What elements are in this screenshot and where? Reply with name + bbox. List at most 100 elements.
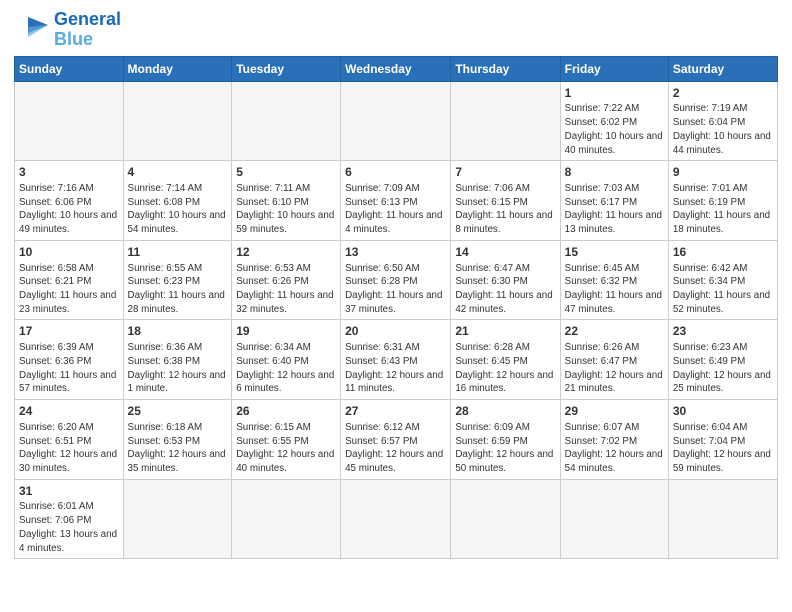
day-number: 11 bbox=[128, 244, 228, 261]
day-info: Sunrise: 6:12 AM Sunset: 6:57 PM Dayligh… bbox=[345, 421, 446, 476]
day-number: 16 bbox=[673, 244, 773, 261]
day-info: Sunrise: 6:04 AM Sunset: 7:04 PM Dayligh… bbox=[673, 421, 773, 476]
day-cell: 26Sunrise: 6:15 AM Sunset: 6:55 PM Dayli… bbox=[232, 400, 341, 480]
day-cell: 17Sunrise: 6:39 AM Sunset: 6:36 PM Dayli… bbox=[15, 320, 124, 400]
day-info: Sunrise: 6:31 AM Sunset: 6:43 PM Dayligh… bbox=[345, 341, 446, 396]
day-info: Sunrise: 7:14 AM Sunset: 6:08 PM Dayligh… bbox=[128, 182, 228, 237]
day-cell bbox=[123, 81, 232, 161]
day-cell: 24Sunrise: 6:20 AM Sunset: 6:51 PM Dayli… bbox=[15, 400, 124, 480]
day-number: 15 bbox=[565, 244, 664, 261]
day-number: 7 bbox=[455, 164, 555, 181]
day-number: 8 bbox=[565, 164, 664, 181]
day-cell: 6Sunrise: 7:09 AM Sunset: 6:13 PM Daylig… bbox=[341, 161, 451, 241]
day-info: Sunrise: 6:42 AM Sunset: 6:34 PM Dayligh… bbox=[673, 262, 773, 317]
day-cell: 20Sunrise: 6:31 AM Sunset: 6:43 PM Dayli… bbox=[341, 320, 451, 400]
calendar-body: 1Sunrise: 7:22 AM Sunset: 6:02 PM Daylig… bbox=[15, 81, 778, 559]
day-number: 3 bbox=[19, 164, 119, 181]
day-info: Sunrise: 7:01 AM Sunset: 6:19 PM Dayligh… bbox=[673, 182, 773, 237]
weekday-saturday: Saturday bbox=[668, 56, 777, 81]
day-cell bbox=[451, 479, 560, 559]
day-number: 27 bbox=[345, 403, 446, 420]
week-row-4: 24Sunrise: 6:20 AM Sunset: 6:51 PM Dayli… bbox=[15, 400, 778, 480]
day-cell: 30Sunrise: 6:04 AM Sunset: 7:04 PM Dayli… bbox=[668, 400, 777, 480]
day-cell: 25Sunrise: 6:18 AM Sunset: 6:53 PM Dayli… bbox=[123, 400, 232, 480]
weekday-monday: Monday bbox=[123, 56, 232, 81]
week-row-5: 31Sunrise: 6:01 AM Sunset: 7:06 PM Dayli… bbox=[15, 479, 778, 559]
day-number: 24 bbox=[19, 403, 119, 420]
weekday-header: SundayMondayTuesdayWednesdayThursdayFrid… bbox=[15, 56, 778, 81]
day-info: Sunrise: 6:55 AM Sunset: 6:23 PM Dayligh… bbox=[128, 262, 228, 317]
day-info: Sunrise: 6:53 AM Sunset: 6:26 PM Dayligh… bbox=[236, 262, 336, 317]
day-number: 20 bbox=[345, 323, 446, 340]
day-cell bbox=[232, 479, 341, 559]
day-cell: 2Sunrise: 7:19 AM Sunset: 6:04 PM Daylig… bbox=[668, 81, 777, 161]
week-row-0: 1Sunrise: 7:22 AM Sunset: 6:02 PM Daylig… bbox=[15, 81, 778, 161]
day-cell: 29Sunrise: 6:07 AM Sunset: 7:02 PM Dayli… bbox=[560, 400, 668, 480]
day-info: Sunrise: 6:50 AM Sunset: 6:28 PM Dayligh… bbox=[345, 262, 446, 317]
day-cell: 9Sunrise: 7:01 AM Sunset: 6:19 PM Daylig… bbox=[668, 161, 777, 241]
day-cell: 1Sunrise: 7:22 AM Sunset: 6:02 PM Daylig… bbox=[560, 81, 668, 161]
day-info: Sunrise: 6:36 AM Sunset: 6:38 PM Dayligh… bbox=[128, 341, 228, 396]
day-info: Sunrise: 6:28 AM Sunset: 6:45 PM Dayligh… bbox=[455, 341, 555, 396]
day-info: Sunrise: 6:01 AM Sunset: 7:06 PM Dayligh… bbox=[19, 500, 119, 555]
day-info: Sunrise: 6:07 AM Sunset: 7:02 PM Dayligh… bbox=[565, 421, 664, 476]
day-cell: 10Sunrise: 6:58 AM Sunset: 6:21 PM Dayli… bbox=[15, 240, 124, 320]
day-cell: 27Sunrise: 6:12 AM Sunset: 6:57 PM Dayli… bbox=[341, 400, 451, 480]
day-cell: 8Sunrise: 7:03 AM Sunset: 6:17 PM Daylig… bbox=[560, 161, 668, 241]
day-number: 9 bbox=[673, 164, 773, 181]
day-info: Sunrise: 7:09 AM Sunset: 6:13 PM Dayligh… bbox=[345, 182, 446, 237]
day-cell: 22Sunrise: 6:26 AM Sunset: 6:47 PM Dayli… bbox=[560, 320, 668, 400]
week-row-2: 10Sunrise: 6:58 AM Sunset: 6:21 PM Dayli… bbox=[15, 240, 778, 320]
day-cell bbox=[341, 81, 451, 161]
day-cell: 11Sunrise: 6:55 AM Sunset: 6:23 PM Dayli… bbox=[123, 240, 232, 320]
day-cell: 4Sunrise: 7:14 AM Sunset: 6:08 PM Daylig… bbox=[123, 161, 232, 241]
day-number: 14 bbox=[455, 244, 555, 261]
weekday-tuesday: Tuesday bbox=[232, 56, 341, 81]
day-cell bbox=[341, 479, 451, 559]
weekday-wednesday: Wednesday bbox=[341, 56, 451, 81]
day-info: Sunrise: 6:18 AM Sunset: 6:53 PM Dayligh… bbox=[128, 421, 228, 476]
day-info: Sunrise: 6:45 AM Sunset: 6:32 PM Dayligh… bbox=[565, 262, 664, 317]
day-cell: 28Sunrise: 6:09 AM Sunset: 6:59 PM Dayli… bbox=[451, 400, 560, 480]
day-cell: 7Sunrise: 7:06 AM Sunset: 6:15 PM Daylig… bbox=[451, 161, 560, 241]
day-cell bbox=[123, 479, 232, 559]
day-cell: 23Sunrise: 6:23 AM Sunset: 6:49 PM Dayli… bbox=[668, 320, 777, 400]
weekday-thursday: Thursday bbox=[451, 56, 560, 81]
week-row-1: 3Sunrise: 7:16 AM Sunset: 6:06 PM Daylig… bbox=[15, 161, 778, 241]
day-cell: 5Sunrise: 7:11 AM Sunset: 6:10 PM Daylig… bbox=[232, 161, 341, 241]
weekday-friday: Friday bbox=[560, 56, 668, 81]
day-info: Sunrise: 7:19 AM Sunset: 6:04 PM Dayligh… bbox=[673, 102, 773, 157]
day-cell: 3Sunrise: 7:16 AM Sunset: 6:06 PM Daylig… bbox=[15, 161, 124, 241]
day-number: 10 bbox=[19, 244, 119, 261]
day-info: Sunrise: 7:06 AM Sunset: 6:15 PM Dayligh… bbox=[455, 182, 555, 237]
day-cell: 18Sunrise: 6:36 AM Sunset: 6:38 PM Dayli… bbox=[123, 320, 232, 400]
day-info: Sunrise: 7:22 AM Sunset: 6:02 PM Dayligh… bbox=[565, 102, 664, 157]
calendar: SundayMondayTuesdayWednesdayThursdayFrid… bbox=[14, 56, 778, 560]
day-number: 1 bbox=[565, 85, 664, 102]
day-number: 28 bbox=[455, 403, 555, 420]
day-info: Sunrise: 6:09 AM Sunset: 6:59 PM Dayligh… bbox=[455, 421, 555, 476]
day-info: Sunrise: 6:20 AM Sunset: 6:51 PM Dayligh… bbox=[19, 421, 119, 476]
day-number: 29 bbox=[565, 403, 664, 420]
day-info: Sunrise: 7:16 AM Sunset: 6:06 PM Dayligh… bbox=[19, 182, 119, 237]
day-number: 17 bbox=[19, 323, 119, 340]
day-number: 5 bbox=[236, 164, 336, 181]
page-header: GeneralBlue bbox=[14, 10, 778, 50]
logo-icon bbox=[14, 15, 50, 45]
day-number: 25 bbox=[128, 403, 228, 420]
day-cell bbox=[232, 81, 341, 161]
day-cell bbox=[668, 479, 777, 559]
weekday-sunday: Sunday bbox=[15, 56, 124, 81]
day-cell: 14Sunrise: 6:47 AM Sunset: 6:30 PM Dayli… bbox=[451, 240, 560, 320]
day-cell: 12Sunrise: 6:53 AM Sunset: 6:26 PM Dayli… bbox=[232, 240, 341, 320]
day-info: Sunrise: 6:58 AM Sunset: 6:21 PM Dayligh… bbox=[19, 262, 119, 317]
day-number: 19 bbox=[236, 323, 336, 340]
day-cell: 13Sunrise: 6:50 AM Sunset: 6:28 PM Dayli… bbox=[341, 240, 451, 320]
logo-text: GeneralBlue bbox=[54, 10, 121, 50]
day-info: Sunrise: 6:26 AM Sunset: 6:47 PM Dayligh… bbox=[565, 341, 664, 396]
day-info: Sunrise: 6:47 AM Sunset: 6:30 PM Dayligh… bbox=[455, 262, 555, 317]
day-number: 22 bbox=[565, 323, 664, 340]
day-cell: 21Sunrise: 6:28 AM Sunset: 6:45 PM Dayli… bbox=[451, 320, 560, 400]
day-info: Sunrise: 7:03 AM Sunset: 6:17 PM Dayligh… bbox=[565, 182, 664, 237]
day-cell: 16Sunrise: 6:42 AM Sunset: 6:34 PM Dayli… bbox=[668, 240, 777, 320]
